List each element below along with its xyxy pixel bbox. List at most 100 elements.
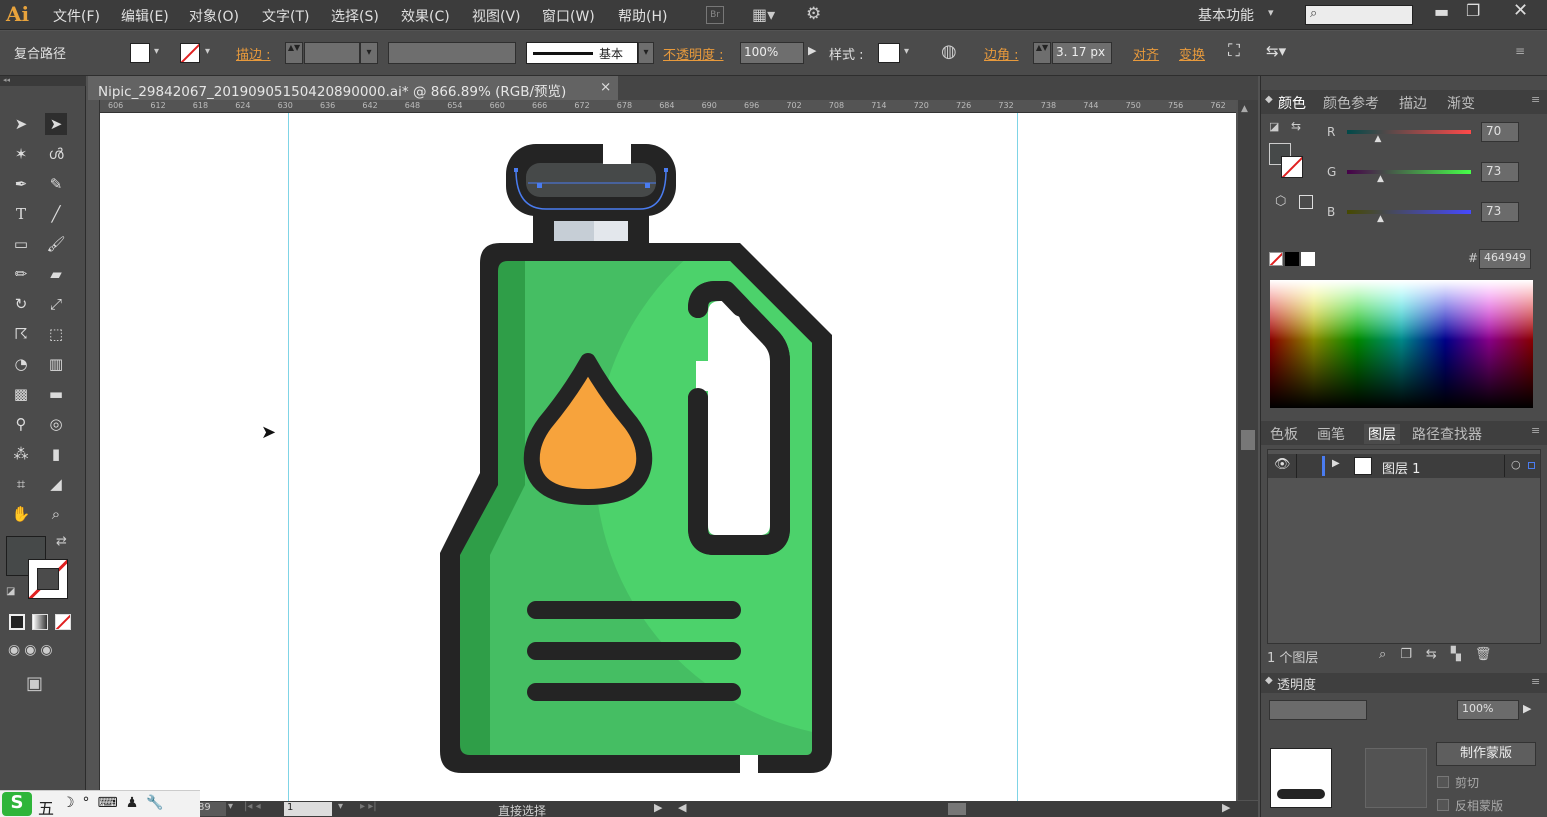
clip-checkbox[interactable] xyxy=(1437,776,1449,788)
minimize-icon[interactable]: ▬ xyxy=(1434,2,1449,21)
ime-mode[interactable]: 五 xyxy=(38,795,54,817)
style-dropdown-icon[interactable]: ▾ xyxy=(904,46,909,57)
fill-dropdown-icon[interactable]: ▾ xyxy=(154,46,159,57)
selection-tool-icon[interactable]: ➤ xyxy=(10,113,32,135)
perspective-grid-icon[interactable]: ▥ xyxy=(45,353,67,375)
transform-link[interactable]: 变换 xyxy=(1179,44,1205,63)
rectangle-icon[interactable]: ▭ xyxy=(10,233,32,255)
gradient-mode-icon[interactable] xyxy=(32,614,48,630)
symbol-sprayer-icon[interactable]: ⁂ xyxy=(10,443,32,465)
opacity-arrow-icon[interactable]: ▶ xyxy=(808,44,816,57)
layer-actions-icons[interactable]: ⌕❐⇆▚🗑 xyxy=(1379,647,1505,662)
panel-stroke-swatch[interactable] xyxy=(1281,156,1303,178)
channel-slider-thumb-r[interactable]: ▲ xyxy=(1374,134,1381,144)
tab-brushes[interactable]: 画笔 xyxy=(1317,424,1345,444)
out-of-gamut-icon[interactable]: ⬡ xyxy=(1275,194,1286,209)
edit-toolbar-icon[interactable]: ⇆▾ xyxy=(1266,42,1286,60)
channel-value-b[interactable]: 73 xyxy=(1481,202,1519,222)
fill-swatch[interactable] xyxy=(130,43,150,63)
opacity-input[interactable]: 100% xyxy=(740,42,804,64)
variable-width-profile[interactable] xyxy=(388,42,516,64)
align-link[interactable]: 对齐 xyxy=(1133,44,1159,63)
channel-slider-thumb-b[interactable]: ▲ xyxy=(1377,214,1384,224)
arrange-documents-icon[interactable]: ▦▾ xyxy=(752,5,786,25)
stroke-color-swatch[interactable] xyxy=(28,559,68,599)
document-tab[interactable]: Nipic_29842067_20190905150420890000.ai* … xyxy=(88,76,618,100)
scroll-left-icon[interactable]: ◀ xyxy=(678,801,686,814)
rotate-icon[interactable]: ↻ xyxy=(10,293,32,315)
menu-effect[interactable]: 效果(C) xyxy=(401,6,450,26)
stroke-weight-stepper[interactable]: ▲▼ xyxy=(285,42,303,64)
graphic-style-swatch[interactable] xyxy=(878,43,900,63)
ime-toolbar[interactable]: S 五 ☽°⌨♟🔧 xyxy=(0,790,200,817)
drawing-modes-icon[interactable]: ◉◉◉ xyxy=(8,642,57,658)
anchor-point-corner-right[interactable] xyxy=(664,168,668,172)
opacity-link[interactable]: 不透明度 : xyxy=(663,44,724,63)
restore-icon[interactable]: ❐ xyxy=(1466,1,1480,20)
default-colors-icon[interactable]: ◪ xyxy=(6,586,15,597)
pen-icon[interactable]: ✒ xyxy=(10,173,32,195)
tab-color-guide[interactable]: 颜色参考 xyxy=(1323,93,1379,113)
slice-icon[interactable]: ◢ xyxy=(45,473,67,495)
screen-mode-icon[interactable]: ▣ xyxy=(26,673,43,694)
scroll-thumb[interactable] xyxy=(1241,430,1255,450)
menu-help[interactable]: 帮助(H) xyxy=(618,6,667,26)
artboard-icon[interactable]: ⌗ xyxy=(10,473,32,495)
workspace-switcher[interactable]: 基本功能 xyxy=(1198,5,1254,25)
default-fill-stroke-icon[interactable]: ◪ xyxy=(1269,120,1279,133)
anchor-point-right[interactable] xyxy=(645,183,650,188)
layers-panel-menu-icon[interactable]: ≡ xyxy=(1531,424,1540,437)
stroke-swatch[interactable] xyxy=(180,43,200,63)
none-color-icon[interactable] xyxy=(1269,252,1283,266)
column-graph-icon[interactable]: ▮ xyxy=(45,443,67,465)
channel-slider-b[interactable] xyxy=(1347,210,1471,214)
menu-select[interactable]: 选择(S) xyxy=(331,6,379,26)
scroll-right-icon[interactable]: ▶ xyxy=(1222,801,1230,814)
channel-slider-r[interactable] xyxy=(1347,130,1471,134)
h-scroll-thumb[interactable] xyxy=(948,803,966,815)
anchor-point-left[interactable] xyxy=(537,183,542,188)
corner-stepper[interactable]: ▲▼ xyxy=(1033,42,1051,64)
menu-object[interactable]: 对象(O) xyxy=(189,6,239,26)
free-transform-icon[interactable]: ⬚ xyxy=(45,323,67,345)
invert-mask-checkbox[interactable] xyxy=(1437,799,1449,811)
transparency-collapse-icon[interactable]: ◆ xyxy=(1265,675,1273,686)
search-input[interactable]: ⌕ xyxy=(1305,5,1413,25)
swap-colors-icon[interactable]: ⇆ xyxy=(1291,119,1301,133)
stroke-weight-dropdown-icon[interactable]: ▾ xyxy=(360,42,378,64)
expand-layer-icon[interactable]: ▶ xyxy=(1332,458,1340,469)
channel-value-r[interactable]: 70 xyxy=(1481,122,1519,142)
mesh-icon[interactable]: ▩ xyxy=(10,383,32,405)
tab-gradient[interactable]: 渐变 xyxy=(1447,93,1475,113)
transparency-opacity-input[interactable]: 100% xyxy=(1457,700,1519,720)
scroll-up-icon[interactable]: ▲ xyxy=(1241,104,1248,114)
magic-wand-icon[interactable]: ✶ xyxy=(10,143,32,165)
workspace-dropdown-icon[interactable]: ▾ xyxy=(1268,6,1274,19)
zoom-dropdown-icon[interactable]: ▾ xyxy=(228,801,233,812)
control-panel-menu-icon[interactable]: ≡ xyxy=(1515,44,1525,58)
stroke-link[interactable]: 描边 : xyxy=(236,44,271,63)
scale-icon[interactable]: ⤢ xyxy=(45,293,67,315)
type-icon[interactable]: T xyxy=(10,203,32,225)
status-menu-arrow-icon[interactable]: ▶ xyxy=(654,801,662,814)
vertical-scrollbar[interactable]: ▲ xyxy=(1238,100,1258,800)
lasso-icon[interactable]: ൾ xyxy=(45,143,67,165)
line-segment-icon[interactable]: ╱ xyxy=(45,203,67,225)
close-tab-icon[interactable]: × xyxy=(600,79,611,95)
pencil-icon[interactable]: ✏ xyxy=(10,263,32,285)
direct-selection-tool-icon[interactable]: ➤ xyxy=(45,113,67,135)
swap-fill-stroke-icon[interactable]: ⇄ xyxy=(56,534,67,549)
blend-mode-select[interactable] xyxy=(1269,700,1367,720)
gpu-performance-icon[interactable]: ⚙ xyxy=(806,4,832,26)
make-mask-button[interactable]: 制作蒙版 xyxy=(1436,742,1536,766)
menu-file[interactable]: 文件(F) xyxy=(53,6,100,26)
isolate-selected-icon[interactable]: ⛶ xyxy=(1228,41,1240,61)
layer-target-icon[interactable]: ○ xyxy=(1511,458,1521,471)
stroke-weight-input[interactable] xyxy=(304,42,360,64)
transparency-menu-icon[interactable]: ≡ xyxy=(1531,675,1540,688)
anchor-point-corner-left[interactable] xyxy=(514,168,518,172)
menu-type[interactable]: 文字(T) xyxy=(262,6,309,26)
stroke-dropdown-icon[interactable]: ▾ xyxy=(205,46,210,57)
artwork-bottle[interactable] xyxy=(100,113,1236,801)
gradient-icon[interactable]: ▬ xyxy=(45,383,67,405)
